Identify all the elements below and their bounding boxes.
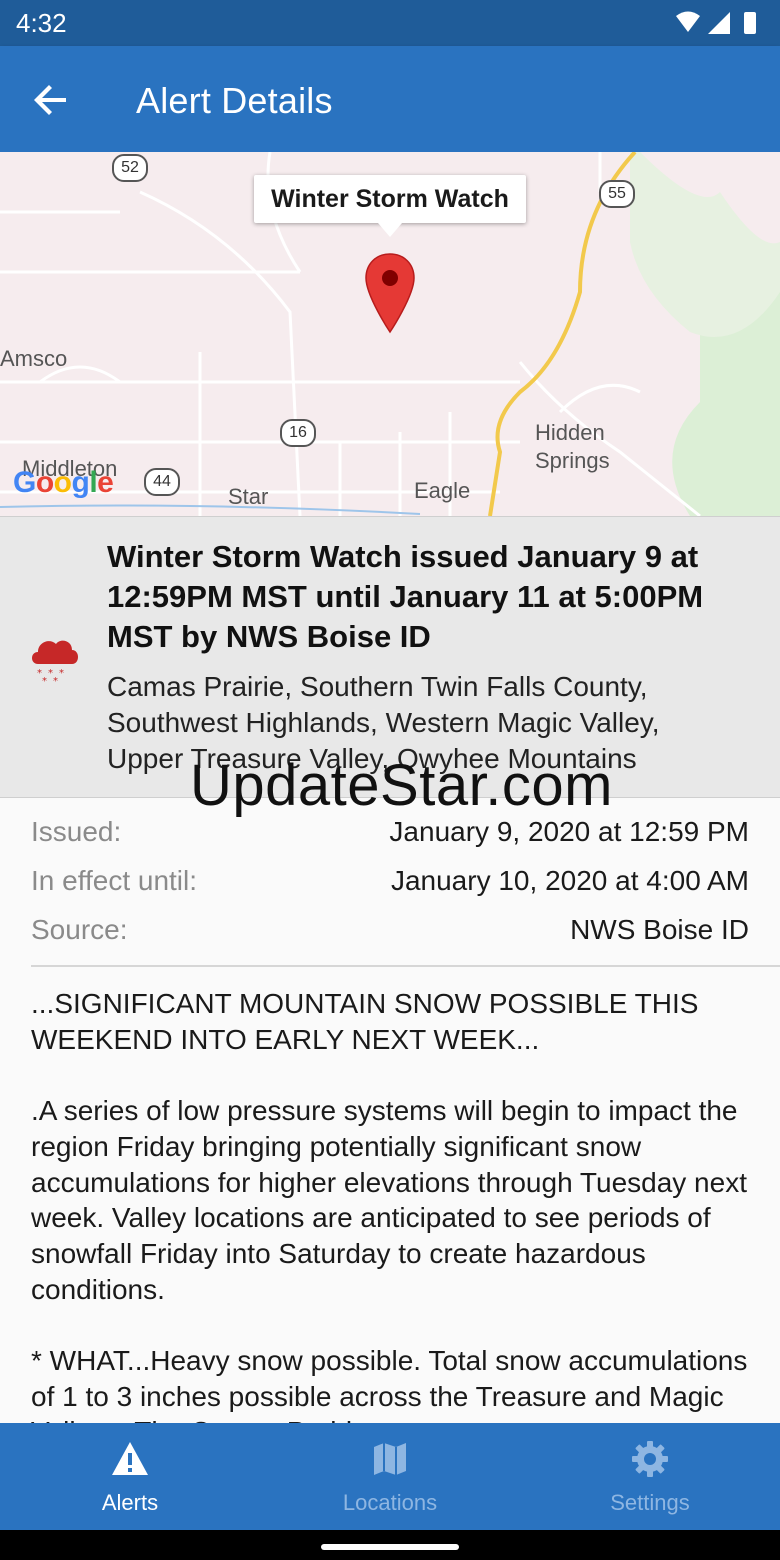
source-label: Source: — [31, 914, 128, 945]
source-value: NWS Boise ID — [570, 914, 749, 945]
detail-row-source: Source: NWS Boise ID — [31, 910, 749, 959]
route-55-shield: 55 — [599, 180, 635, 208]
status-icons — [676, 11, 756, 34]
watermark: UpdateStar.com — [190, 753, 613, 818]
arrow-back-icon[interactable] — [28, 76, 76, 124]
map-label-hidden-springs: Hidden Springs — [535, 420, 610, 473]
effect-label: In effect until: — [31, 865, 198, 896]
detail-row-effect: In effect until: January 10, 2020 at 4:0… — [31, 861, 749, 910]
system-nav-bar — [0, 1530, 780, 1560]
nav-alerts-label: Alerts — [101, 1490, 159, 1515]
status-time: 4:32 — [16, 8, 67, 38]
svg-text:*: * — [59, 668, 64, 679]
divider — [31, 965, 780, 967]
nav-settings-label: Settings — [610, 1490, 690, 1515]
alert-description[interactable]: ...SIGNIFICANT MOUNTAIN SNOW POSSIBLE TH… — [31, 986, 756, 1423]
route-44-shield: 44 — [144, 468, 180, 496]
issued-value: January 9, 2020 at 12:59 PM — [389, 816, 749, 847]
route-52-shield: 52 — [112, 154, 148, 182]
alert-details: Issued: January 9, 2020 at 12:59 PM In e… — [31, 812, 749, 959]
alert-headline: Winter Storm Watch issued January 9 at 1… — [107, 539, 704, 654]
route-16-shield: 16 — [280, 419, 316, 447]
warning-triangle-icon — [112, 1442, 148, 1475]
gear-icon — [632, 1441, 668, 1477]
map-icon — [374, 1443, 406, 1475]
home-gesture-pill[interactable] — [321, 1544, 459, 1550]
nav-alerts[interactable]: Alerts — [0, 1423, 260, 1530]
status-bar: 4:32 — [0, 0, 780, 46]
battery-icon — [744, 12, 756, 34]
app-bar: Alert Details — [0, 46, 780, 152]
callout-tail — [378, 223, 402, 237]
map-label-amsco: Amsco — [0, 346, 68, 371]
map-pin-icon[interactable] — [364, 252, 416, 334]
effect-value: January 10, 2020 at 4:00 AM — [390, 865, 749, 896]
nav-settings[interactable]: Settings — [520, 1423, 780, 1530]
map-label-eagle: Eagle — [414, 478, 471, 503]
page-title: Alert Details — [136, 80, 333, 121]
bottom-nav: Alerts Locations Settings — [0, 1423, 780, 1530]
google-logo: Google — [13, 466, 114, 499]
issued-label: Issued: — [31, 816, 122, 847]
detail-row-issued: Issued: January 9, 2020 at 12:59 PM — [31, 812, 749, 861]
svg-text:*: * — [53, 676, 58, 682]
nav-locations-label: Locations — [342, 1490, 438, 1515]
nav-locations[interactable]: Locations — [260, 1423, 520, 1530]
wifi-icon — [676, 11, 700, 32]
map-label-star: Star — [228, 484, 269, 509]
signal-icon — [708, 12, 730, 34]
snow-cloud-icon: * * * * * — [32, 640, 78, 682]
map-marker-callout[interactable]: Winter Storm Watch — [254, 175, 526, 223]
svg-text:*: * — [42, 676, 47, 682]
